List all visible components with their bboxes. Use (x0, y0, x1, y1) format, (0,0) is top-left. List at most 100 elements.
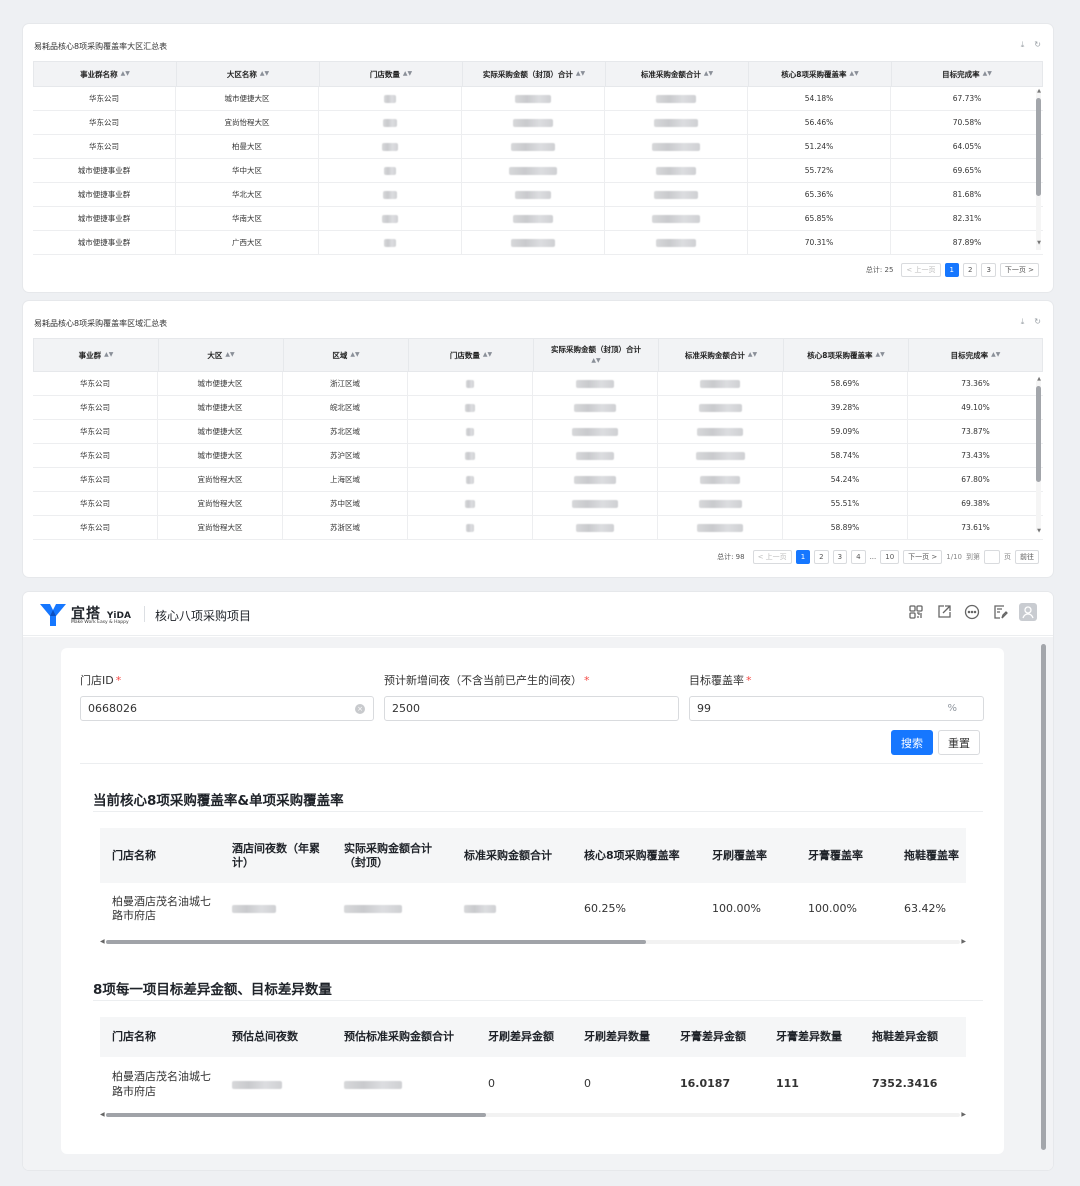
page-button[interactable]: 2 (814, 550, 829, 564)
col-completion[interactable]: 目标完成率 ▲▼ (892, 62, 1042, 86)
table-row: 华东公司 城市便捷大区 浙江区域 58.69% 73.36% (33, 372, 1043, 396)
cell-completion: 73.61% (961, 523, 990, 532)
yida-app-window: 宜搭 YiDA Make Work Easy & Happy 核心八项采购项目 (23, 592, 1053, 1170)
col-group[interactable]: 事业群 ▲▼ (34, 339, 159, 371)
cell-region: 城市便捷大区 (176, 87, 319, 110)
cell-coverage: 54.18% (748, 87, 891, 110)
page-button[interactable]: 3 (981, 263, 996, 277)
page-button[interactable]: 10 (880, 550, 900, 564)
prev-page-button[interactable]: < 上一页 (752, 550, 792, 564)
cell-coverage: 51.24% (748, 135, 891, 158)
app-vscrollbar[interactable] (1041, 644, 1046, 1156)
col-actual-amount[interactable]: 实际采购金额（封顶）合计 ▲▼ (463, 62, 606, 86)
col-area[interactable]: 区域 ▲▼ (284, 339, 409, 371)
table-row: 城市便捷事业群 华中大区 55.72% 69.65% (33, 159, 1043, 183)
col-actual-amount[interactable]: 实际采购金额（封顶）合计 ▲▼ (534, 339, 659, 371)
section1-title: 当前核心8项采购覆盖率&单项采购覆盖率 (93, 793, 344, 809)
th-slipper-coverage: 拖鞋覆盖率 (904, 848, 959, 862)
refresh-icon[interactable]: ↻ (1034, 40, 1041, 50)
target-coverage-input[interactable]: 99 % (689, 696, 984, 721)
go-button[interactable]: 前往 (1015, 550, 1039, 564)
page-jump-input[interactable] (984, 550, 1000, 564)
cell-group: 城市便捷事业群 (33, 159, 176, 182)
col-completion[interactable]: 目标完成率 ▲▼ (909, 339, 1042, 371)
more-icon[interactable] (963, 603, 981, 621)
nights-input[interactable]: 2500 (384, 696, 679, 721)
share-icon[interactable] (935, 603, 953, 621)
sort-icon: ▲▼ (402, 70, 413, 78)
cell-standard-amount (452, 883, 572, 935)
next-page-button[interactable]: 下一页 > (999, 263, 1039, 277)
refresh-icon[interactable]: ↻ (1034, 317, 1041, 327)
page-button[interactable]: 1 (944, 263, 959, 277)
page-button[interactable]: 1 (795, 550, 811, 564)
th-est-nights: 预估总间夜数 (232, 1030, 298, 1044)
cell-store-count (408, 420, 533, 443)
download-icon[interactable]: ⤓ (1021, 40, 1025, 50)
cell-standard-amount (605, 135, 748, 158)
col-store-count[interactable]: 门店数量 ▲▼ (320, 62, 463, 86)
cell-completion: 73.87% (961, 427, 990, 436)
clear-icon[interactable]: × (355, 704, 365, 714)
cell-standard-amount (658, 468, 783, 491)
th-store-name: 门店名称 (112, 848, 156, 862)
avatar-icon[interactable] (1019, 603, 1037, 621)
store-id-input[interactable]: 0668026 × (80, 696, 374, 721)
cell-standard-amount (605, 207, 748, 230)
edit-form-icon[interactable] (991, 603, 1009, 621)
col-group[interactable]: 事业群名称 ▲▼ (34, 62, 177, 86)
sort-icon: ▲▼ (104, 351, 114, 359)
cell-standard-amount (605, 231, 748, 254)
area-pagination: 总计: 98 < 上一页 1 2 3 4 ... 10 下一页 > 1/10 到… (717, 550, 1039, 564)
page-button[interactable]: 3 (832, 550, 848, 564)
area-table-title: 易耗品核心8项采购覆盖率区域汇总表 (34, 319, 168, 328)
cell-store-name: 柏曼酒店茂名油城七路市府店 (112, 1070, 211, 1098)
col-region[interactable]: 大区 ▲▼ (159, 339, 284, 371)
cell-store-count (319, 159, 462, 182)
cell-coverage: 58.69% (783, 372, 908, 395)
cell-store-count (319, 111, 462, 134)
qrcode-icon[interactable] (907, 603, 925, 621)
app-header: 宜搭 YiDA Make Work Easy & Happy 核心八项采购项目 (23, 592, 1053, 636)
cell-completion: 70.58% (952, 118, 982, 127)
col-standard-amount[interactable]: 标准采购金额合计 ▲▼ (659, 339, 784, 371)
cell-est-standard-amount (332, 1057, 476, 1112)
coverage-table-hscrollbar[interactable]: ◀ ▶ (100, 938, 966, 946)
cell-store-count (319, 183, 462, 206)
cell-store-count (319, 207, 462, 230)
cell-store-count (408, 444, 533, 467)
region-table-scrollbar[interactable] (1036, 90, 1041, 250)
th-slipper-diff-amount: 拖鞋差异金额 (872, 1030, 938, 1044)
yida-logo-icon (40, 604, 66, 626)
difference-table-hscrollbar[interactable]: ◀ ▶ (100, 1111, 966, 1119)
reset-button[interactable]: 重置 (938, 730, 980, 755)
table-row: 华东公司 宜尚怡程大区 56.46% 70.58% (33, 111, 1043, 135)
page-button[interactable]: 2 (962, 263, 978, 277)
download-icon[interactable]: ⤓ (1021, 317, 1025, 327)
area-table-scrollbar[interactable] (1036, 381, 1041, 531)
cell-region: 宜尚怡程大区 (158, 492, 283, 515)
search-button[interactable]: 搜索 (891, 730, 933, 755)
cell-standard-amount (658, 372, 783, 395)
table-row: 华东公司 城市便捷大区 皖北区域 39.28% 49.10% (33, 396, 1043, 420)
col-region[interactable]: 大区名称 ▲▼ (177, 62, 320, 86)
target-coverage-label: 目标覆盖率 * (689, 674, 752, 687)
next-page-button[interactable]: 下一页 > (903, 550, 943, 564)
page-button[interactable]: 4 (851, 550, 866, 564)
col-standard-amount[interactable]: 标准采购金额合计 ▲▼ (606, 62, 749, 86)
prev-page-button[interactable]: < 上一页 (901, 263, 941, 277)
col-coverage[interactable]: 核心8项采购覆盖率 ▲▼ (749, 62, 892, 86)
table-row: 柏曼酒店茂名油城七路市府店 60.25% 100.00% 100.00% 63.… (100, 883, 966, 935)
goto-label: 到第 (966, 553, 980, 561)
th-standard-amount: 标准采购金额合计 (464, 848, 552, 862)
col-coverage[interactable]: 核心8项采购覆盖率 ▲▼ (784, 339, 909, 371)
cell-completion: 69.65% (952, 166, 982, 175)
form-divider (80, 763, 983, 764)
table-row: 城市便捷事业群 华南大区 65.85% 82.31% (33, 207, 1043, 231)
percent-suffix: % (947, 703, 957, 714)
cell-region: 广西大区 (176, 231, 319, 254)
cell-store-count (408, 468, 533, 491)
col-store-count[interactable]: 门店数量 ▲▼ (409, 339, 534, 371)
cell-standard-amount (658, 444, 783, 467)
cell-region: 城市便捷大区 (158, 372, 283, 395)
